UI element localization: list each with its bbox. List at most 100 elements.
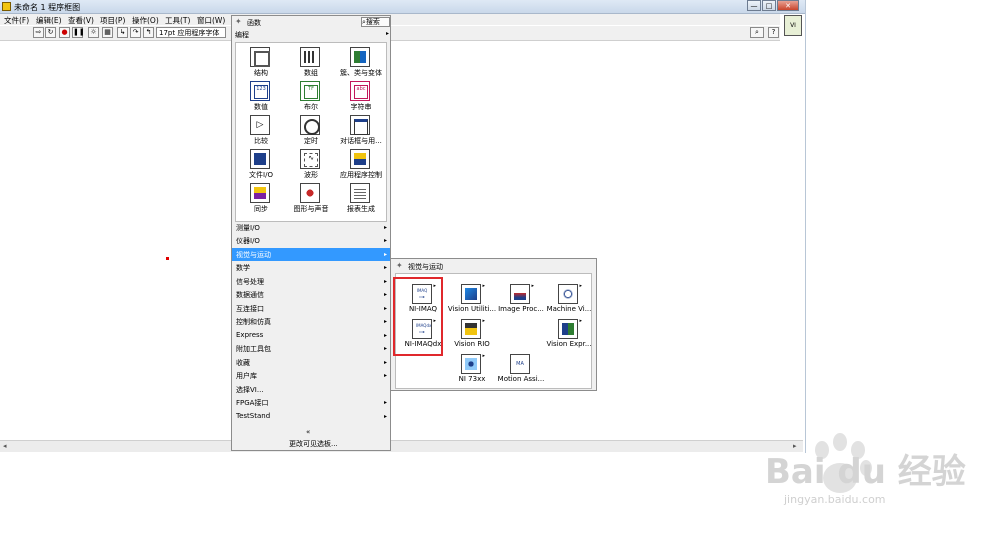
chevron-right-icon: ▸ bbox=[384, 224, 388, 231]
menu-window[interactable]: 窗口(W) bbox=[197, 15, 225, 26]
palette-item-report[interactable]: 报表生成 bbox=[336, 181, 386, 215]
palette-title: 函数 bbox=[247, 19, 261, 27]
menu-view[interactable]: 查看(V) bbox=[68, 15, 94, 26]
timing-icon bbox=[300, 115, 320, 135]
category-mathematics[interactable]: 数学 ▸ bbox=[232, 261, 390, 274]
palette-item-app-control[interactable]: 应用程序控制 bbox=[336, 147, 386, 181]
subpalette-item-motion-assistant[interactable]: MA Motion Assi... bbox=[496, 352, 546, 386]
palette-item-array[interactable]: 数组 bbox=[286, 45, 336, 79]
palette-search-button[interactable]: ⌕搜索 bbox=[361, 17, 390, 27]
category-measurement-io[interactable]: 测量I/O ▸ bbox=[232, 221, 390, 234]
vi-icon[interactable]: VI bbox=[784, 15, 802, 36]
palette-item-file-io[interactable]: 文件I/O bbox=[236, 147, 286, 181]
category-instrument-io[interactable]: 仪器I/O ▸ bbox=[232, 234, 390, 247]
menu-file[interactable]: 文件(F) bbox=[4, 15, 29, 26]
palette-item-sync[interactable]: 同步 bbox=[236, 181, 286, 215]
palette-header: ✦ 函数 ⌕搜索 bbox=[232, 16, 390, 28]
collapse-icon[interactable]: « bbox=[306, 428, 310, 436]
subpalette-item-machine-vision[interactable]: ▸ Machine Vi... bbox=[544, 282, 594, 316]
title-bar: 未命名 1 程序框图 — □ ✕ bbox=[0, 0, 805, 14]
category-data-communication[interactable]: 数据通信 ▸ bbox=[232, 288, 390, 301]
horizontal-scrollbar[interactable]: ◂ ▸ bbox=[0, 440, 803, 452]
category-connectivity[interactable]: 互连接口 ▸ bbox=[232, 302, 390, 315]
retain-wire-values-icon[interactable]: ▦ bbox=[102, 27, 113, 38]
subpalette-item-ni-imaqdx[interactable]: IMAQdx ▭▸ ▸ NI-IMAQdx bbox=[398, 317, 448, 351]
menu-tools[interactable]: 工具(T) bbox=[165, 15, 190, 26]
palette-item-structures[interactable]: 结构 bbox=[236, 45, 286, 79]
subpalette-item-image-processing[interactable]: ▸ Image Proc... bbox=[496, 282, 546, 316]
search-icon[interactable]: ⌕ bbox=[750, 27, 764, 38]
subpalette-item-vision-express[interactable]: ▸ Vision Expr... bbox=[544, 317, 594, 351]
ni-imaqdx-icon: IMAQdx ▭▸ ▸ bbox=[412, 318, 436, 339]
ni-73xx-icon: ▸ bbox=[461, 353, 485, 374]
category-vision-motion[interactable]: 视觉与运动 ▸ bbox=[232, 248, 390, 261]
structures-icon bbox=[250, 47, 270, 67]
close-button[interactable]: ✕ bbox=[777, 0, 799, 11]
scroll-left-icon[interactable]: ◂ bbox=[3, 442, 7, 450]
menu-edit[interactable]: 编辑(E) bbox=[36, 15, 62, 26]
chevron-right-icon: ▸ bbox=[384, 318, 388, 325]
palette-item-boolean[interactable]: TF 布尔 bbox=[286, 79, 336, 113]
highlight-execution-icon[interactable]: ☼ bbox=[88, 27, 99, 38]
palette-item-string[interactable]: abc 字符串 bbox=[336, 79, 386, 113]
ni-imaq-icon: IMAQ ▭▸ ▸ bbox=[412, 283, 436, 304]
vision-motion-subpalette: ✦ 视觉与运动 IMAQ ▭▸ ▸ NI-IMAQ ▸ Vision Utiliti… bbox=[390, 258, 597, 391]
subpalette-item-ni-73xx[interactable]: ▸ NI 73xx bbox=[447, 352, 497, 386]
category-user-libraries[interactable]: 用户库 ▸ bbox=[232, 369, 390, 382]
category-signal-processing[interactable]: 信号处理 ▸ bbox=[232, 275, 390, 288]
pin-icon[interactable]: ✦ bbox=[396, 261, 403, 270]
boolean-icon: TF bbox=[300, 81, 320, 101]
subpalette-grid: IMAQ ▭▸ ▸ NI-IMAQ ▸ Vision Utiliti... ▸ Im… bbox=[395, 273, 592, 389]
graphics-sound-icon bbox=[300, 183, 320, 203]
string-icon: abc bbox=[350, 81, 370, 101]
category-select-vi[interactable]: 选择VI... bbox=[232, 383, 390, 396]
step-into-icon[interactable]: ↳ bbox=[117, 27, 128, 38]
pause-icon[interactable]: ❚❚ bbox=[72, 27, 85, 38]
search-label: 搜索 bbox=[365, 18, 380, 26]
vision-utilities-icon: ▸ bbox=[461, 283, 485, 304]
subpalette-item-ni-imaq[interactable]: IMAQ ▭▸ ▸ NI-IMAQ bbox=[398, 282, 448, 316]
chevron-right-icon: ▸ bbox=[384, 278, 388, 285]
palette-item-timing[interactable]: 定时 bbox=[286, 113, 336, 147]
machine-vision-icon: ▸ bbox=[558, 283, 582, 304]
array-icon bbox=[300, 47, 320, 67]
numeric-icon: 123 bbox=[250, 81, 270, 101]
palette-item-numeric[interactable]: 123 数值 bbox=[236, 79, 286, 113]
category-favorites[interactable]: 收藏 ▸ bbox=[232, 356, 390, 369]
chevron-right-icon: ▸ bbox=[384, 251, 388, 258]
run-arrow-icon[interactable]: ⇨ bbox=[33, 27, 44, 38]
step-out-icon[interactable]: ↰ bbox=[143, 27, 154, 38]
abort-icon[interactable]: ● bbox=[59, 27, 70, 38]
subpalette-item-vision-utilities[interactable]: ▸ Vision Utiliti... bbox=[447, 282, 497, 316]
category-fpga-interface[interactable]: FPGA接口 ▸ bbox=[232, 396, 390, 409]
chevron-right-icon: ▸ bbox=[384, 291, 388, 298]
waveform-icon: ∿ bbox=[300, 149, 320, 169]
minimize-button[interactable]: — bbox=[747, 0, 761, 11]
step-over-icon[interactable]: ↷ bbox=[130, 27, 141, 38]
subpalette-item-vision-rio[interactable]: ▸ Vision RIO bbox=[447, 317, 497, 351]
font-select[interactable]: 17pt 应用程序字体 bbox=[156, 27, 226, 38]
palette-item-comparison[interactable]: ▷ 比较 bbox=[236, 113, 286, 147]
app-icon bbox=[2, 2, 11, 11]
run-continuously-icon[interactable]: ↻ bbox=[45, 27, 56, 38]
palette-item-waveform[interactable]: ∿ 波形 bbox=[286, 147, 336, 181]
cluster-icon bbox=[350, 47, 370, 67]
menu-operate[interactable]: 操作(O) bbox=[132, 15, 159, 26]
chevron-right-icon: ▸ bbox=[384, 305, 388, 312]
maximize-button[interactable]: □ bbox=[762, 0, 776, 11]
category-addons[interactable]: 附加工具包 ▸ bbox=[232, 342, 390, 355]
app-control-icon bbox=[350, 149, 370, 169]
category-teststand[interactable]: TestStand ▸ bbox=[232, 410, 390, 423]
category-express[interactable]: Express ▸ bbox=[232, 329, 390, 342]
chevron-right-icon: ▸ bbox=[384, 399, 388, 406]
palette-item-graphics-sound[interactable]: 图形与声音 bbox=[286, 181, 336, 215]
pin-icon[interactable]: ✦ bbox=[235, 17, 242, 26]
chevron-right-icon: ▸ bbox=[384, 345, 388, 352]
help-icon[interactable]: ? bbox=[768, 27, 779, 38]
palette-item-cluster[interactable]: 簇、类与变体 bbox=[336, 45, 386, 79]
category-control-simulation[interactable]: 控制和仿真 ▸ bbox=[232, 315, 390, 328]
menu-project[interactable]: 项目(P) bbox=[100, 15, 125, 26]
palette-item-dialog[interactable]: 对话框与用... bbox=[336, 113, 386, 147]
programming-grid: 结构 数组 簇、类与变体 123 数值 TF 布尔 abc 字符串 ▷ 比较 定… bbox=[235, 42, 387, 222]
change-visible-palettes-link[interactable]: 更改可见选板... bbox=[289, 439, 338, 449]
